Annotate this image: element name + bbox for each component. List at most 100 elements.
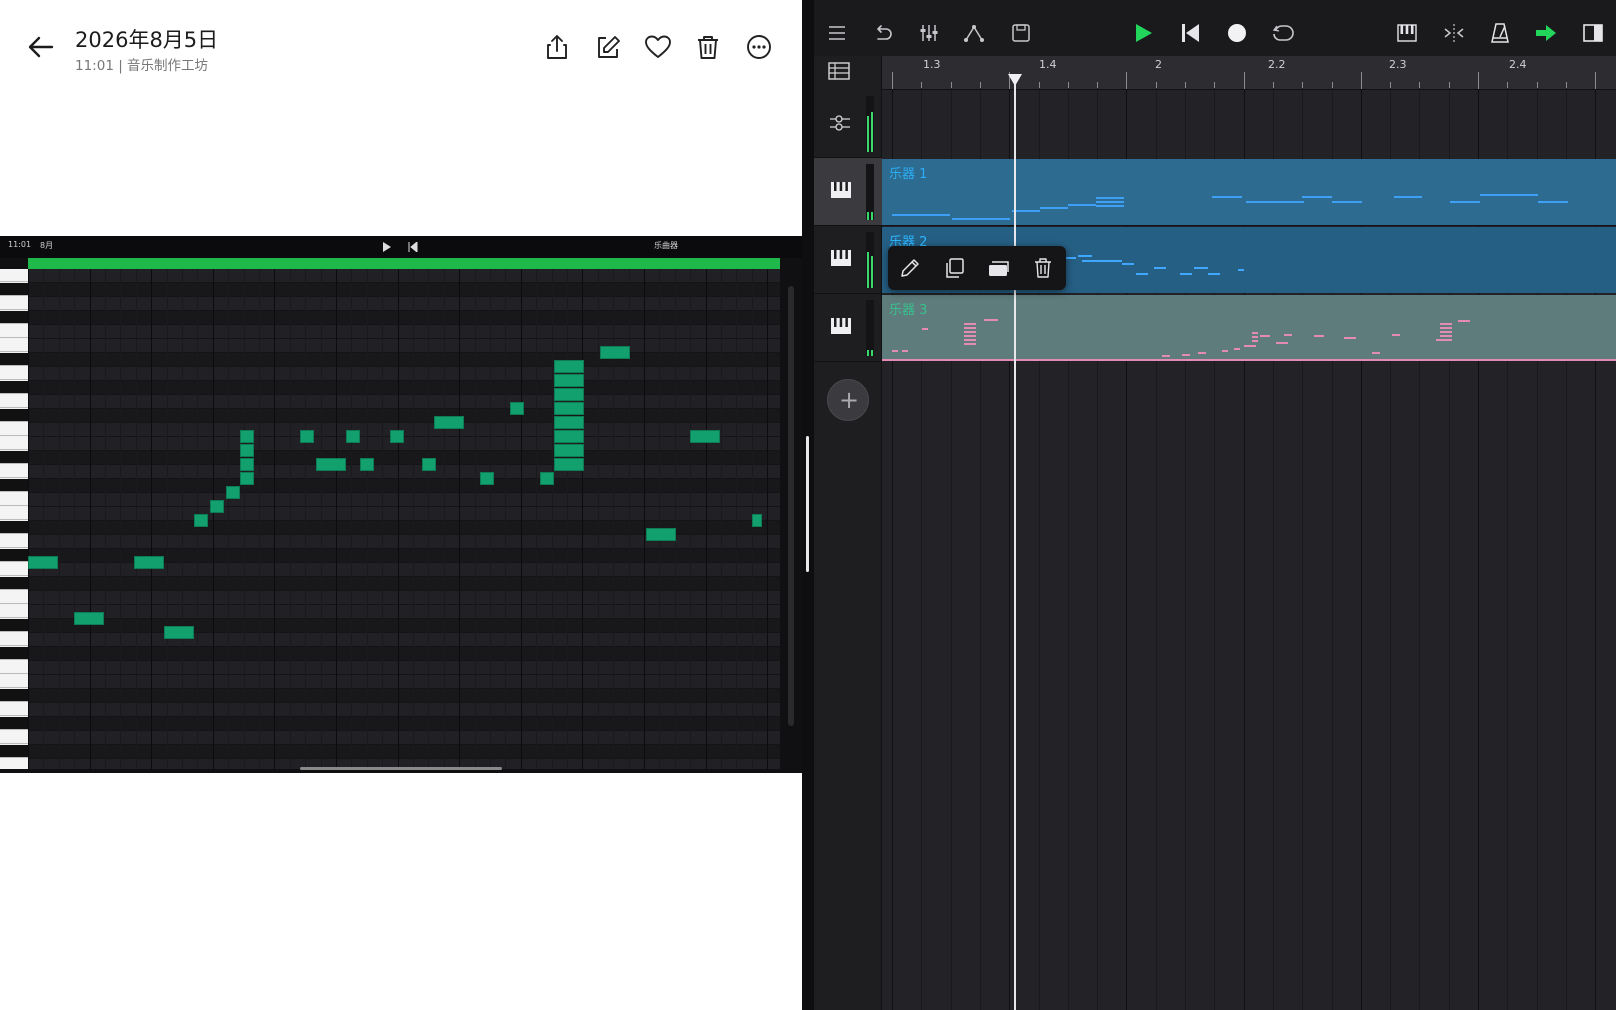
- grid-col: [135, 269, 137, 769]
- menu-icon[interactable]: [824, 21, 850, 45]
- grid-row: [28, 297, 780, 311]
- status-right-label: 乐曲器: [654, 241, 678, 250]
- grid-col: [520, 269, 522, 769]
- record-icon[interactable]: [1224, 21, 1250, 45]
- midi-note: [1078, 255, 1092, 257]
- piano-roll-note: [554, 360, 584, 373]
- piano-key: [0, 563, 28, 576]
- midi-note: [1344, 337, 1356, 339]
- ruler-tick: [1419, 82, 1421, 88]
- grid-row: [28, 479, 780, 493]
- region-action-popup: [888, 246, 1066, 290]
- midi-note: [1244, 345, 1256, 347]
- heart-icon[interactable]: [643, 32, 673, 62]
- grid-col: [628, 269, 630, 769]
- gallery-viewer: 2026年8月5日 11:01 | 音乐制作工坊 11:01 8月 乐曲器: [0, 0, 802, 1010]
- track-header-1[interactable]: [814, 158, 882, 226]
- midi-note: [1082, 260, 1122, 262]
- playhead-marker[interactable]: [1008, 74, 1022, 86]
- follow-arrow-icon[interactable]: [1533, 21, 1559, 45]
- piano-roll-note: [300, 430, 314, 443]
- track-header-3[interactable]: [814, 294, 882, 362]
- midi-note: [1440, 331, 1452, 333]
- grid-col: [597, 269, 599, 769]
- piano-key: [0, 367, 28, 380]
- loop-icon[interactable]: [1270, 21, 1296, 45]
- duplicate-icon[interactable]: [941, 256, 967, 280]
- grid-col: [428, 269, 430, 769]
- midi-note: [1222, 350, 1228, 352]
- piano-key: [0, 339, 28, 352]
- grid-row: [28, 283, 780, 297]
- timeline-ruler[interactable]: 1.3 1.4 2 2.2 2.3 2.4: [882, 56, 1616, 90]
- ruler-tick: [1038, 82, 1040, 88]
- grid-col: [474, 269, 476, 769]
- back-arrow-icon[interactable]: [26, 32, 58, 62]
- pencil-icon[interactable]: [897, 256, 923, 280]
- region-track-3[interactable]: 乐器 3: [882, 295, 1616, 361]
- track-list-icon[interactable]: [826, 60, 852, 82]
- undo-icon[interactable]: [870, 21, 896, 45]
- piano-key: [0, 409, 28, 422]
- midi-note: [1276, 342, 1288, 344]
- grid-col: [567, 269, 568, 769]
- play-icon[interactable]: [1130, 21, 1156, 45]
- bus-routing-icon: [828, 112, 852, 138]
- grid-row: [28, 409, 780, 423]
- piano-key: [0, 381, 28, 394]
- midi-note: [1252, 332, 1258, 334]
- midi-note: [964, 343, 976, 345]
- midi-note: [964, 323, 976, 325]
- automation-icon[interactable]: [962, 21, 988, 45]
- midi-note: [922, 328, 928, 330]
- piano-roll-note: [554, 458, 584, 471]
- sidebar-toggle-icon[interactable]: [1580, 21, 1606, 45]
- save-icon[interactable]: [1008, 21, 1034, 45]
- trash-icon[interactable]: [1030, 256, 1056, 280]
- trash-icon[interactable]: [693, 32, 723, 62]
- level-meter: [866, 232, 874, 288]
- grid-col: [228, 269, 230, 769]
- share-icon[interactable]: [542, 32, 572, 62]
- piano-key: [0, 577, 28, 590]
- grid-col: [413, 269, 414, 769]
- piano-roll-note: [554, 374, 584, 387]
- grid-col: [336, 269, 337, 769]
- grid-col: [582, 269, 584, 769]
- more-icon[interactable]: [744, 32, 774, 62]
- grid-col: [212, 269, 214, 769]
- piano-roll-note: [164, 626, 194, 639]
- piano-key: [0, 591, 28, 604]
- grid-row: [28, 703, 780, 717]
- rewind-icon[interactable]: [1177, 21, 1203, 45]
- photo-subtitle: 11:01 | 音乐制作工坊: [75, 58, 209, 74]
- copy-region-icon[interactable]: [986, 256, 1012, 280]
- master-track-header[interactable]: [814, 90, 882, 158]
- midi-note: [1182, 354, 1190, 356]
- piano-roll-note: [226, 486, 240, 499]
- grid-col: [274, 269, 276, 769]
- add-track-button[interactable]: +: [827, 379, 869, 421]
- grid-row: [28, 493, 780, 507]
- grid-col: [459, 269, 461, 769]
- grid-col: [259, 269, 260, 769]
- region-name: 乐器 3: [889, 303, 928, 318]
- metronome-icon[interactable]: [1487, 21, 1513, 45]
- edit-icon[interactable]: [593, 32, 623, 62]
- track-header-2[interactable]: [814, 226, 882, 294]
- piano-roll-note: [554, 388, 584, 401]
- arrangement-area[interactable]: 乐器 1 乐器 2 乐器 3: [882, 90, 1616, 1010]
- grid-row: [28, 339, 780, 353]
- piano-roll-note: [554, 416, 584, 429]
- ruler-tick: [1214, 82, 1216, 88]
- ruler-tick: [892, 72, 893, 89]
- keyboard-icon[interactable]: [1394, 21, 1420, 45]
- piano-key: [0, 493, 28, 506]
- piano-key: [0, 325, 28, 338]
- midi-note: [964, 339, 976, 341]
- quantize-icon[interactable]: [1441, 21, 1467, 45]
- mixer-icon[interactable]: [916, 21, 942, 45]
- piano-roll-note: [554, 430, 584, 443]
- region-track-1[interactable]: 乐器 1: [882, 159, 1616, 225]
- split-view-handle[interactable]: [806, 436, 809, 572]
